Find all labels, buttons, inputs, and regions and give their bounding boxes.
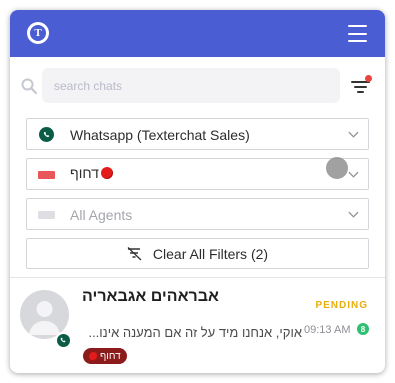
search-icon: [21, 78, 37, 94]
chevron-down-icon: [348, 211, 359, 218]
agents-select-label: All Agents: [70, 207, 133, 223]
chat-list-item[interactable]: אבראהים אגבאריה PENDING אוקי, אנחנו מיד …: [10, 278, 385, 373]
app-logo[interactable]: T: [27, 22, 49, 44]
status-badge: PENDING: [315, 300, 368, 311]
active-filter-dot: [365, 75, 372, 82]
whatsapp-icon: [39, 127, 54, 142]
chevron-down-icon: [348, 171, 359, 178]
clear-all-filters-label: Clear All Filters (2): [152, 245, 269, 262]
logo-letter: T: [30, 25, 46, 41]
whatsapp-icon: [55, 332, 71, 348]
filter-icon[interactable]: [351, 75, 372, 95]
red-circle-icon: [100, 167, 113, 179]
tag-select-text: דחוף: [70, 165, 99, 181]
search-bar: [10, 68, 385, 104]
agent-placeholder-swatch: [38, 211, 55, 219]
chat-panel: T Whatsapp (Texterchat Sales) דחוף: [10, 10, 385, 373]
tag-select-label: דחוף: [70, 165, 113, 181]
tag-select[interactable]: דחוף: [26, 158, 369, 190]
chat-tag-label: דחוף: [100, 350, 121, 362]
tag-color-swatch: [38, 171, 55, 179]
clear-all-filters-button[interactable]: Clear All Filters (2): [26, 238, 369, 269]
message-preview: אוקי, אנחנו מיד על זה אם המענה אינו...: [88, 325, 302, 340]
contact-name: אבראהים אגבאריה: [82, 288, 219, 305]
channel-select[interactable]: Whatsapp (Texterchat Sales): [26, 118, 369, 150]
channel-select-label: Whatsapp (Texterchat Sales): [70, 127, 250, 143]
unread-count-badge: 8: [357, 323, 369, 335]
clear-filter-icon: [127, 246, 142, 260]
message-time: 09:13 AM: [304, 324, 351, 336]
search-input[interactable]: [42, 68, 340, 103]
chat-tag: דחוף: [83, 348, 127, 364]
hamburger-menu-icon[interactable]: [348, 25, 367, 42]
app-header: T: [10, 10, 385, 57]
red-circle-icon: [89, 351, 98, 361]
chevron-down-icon: [348, 131, 359, 138]
agents-select[interactable]: All Agents: [26, 198, 369, 230]
pointer-cursor: [326, 157, 348, 179]
